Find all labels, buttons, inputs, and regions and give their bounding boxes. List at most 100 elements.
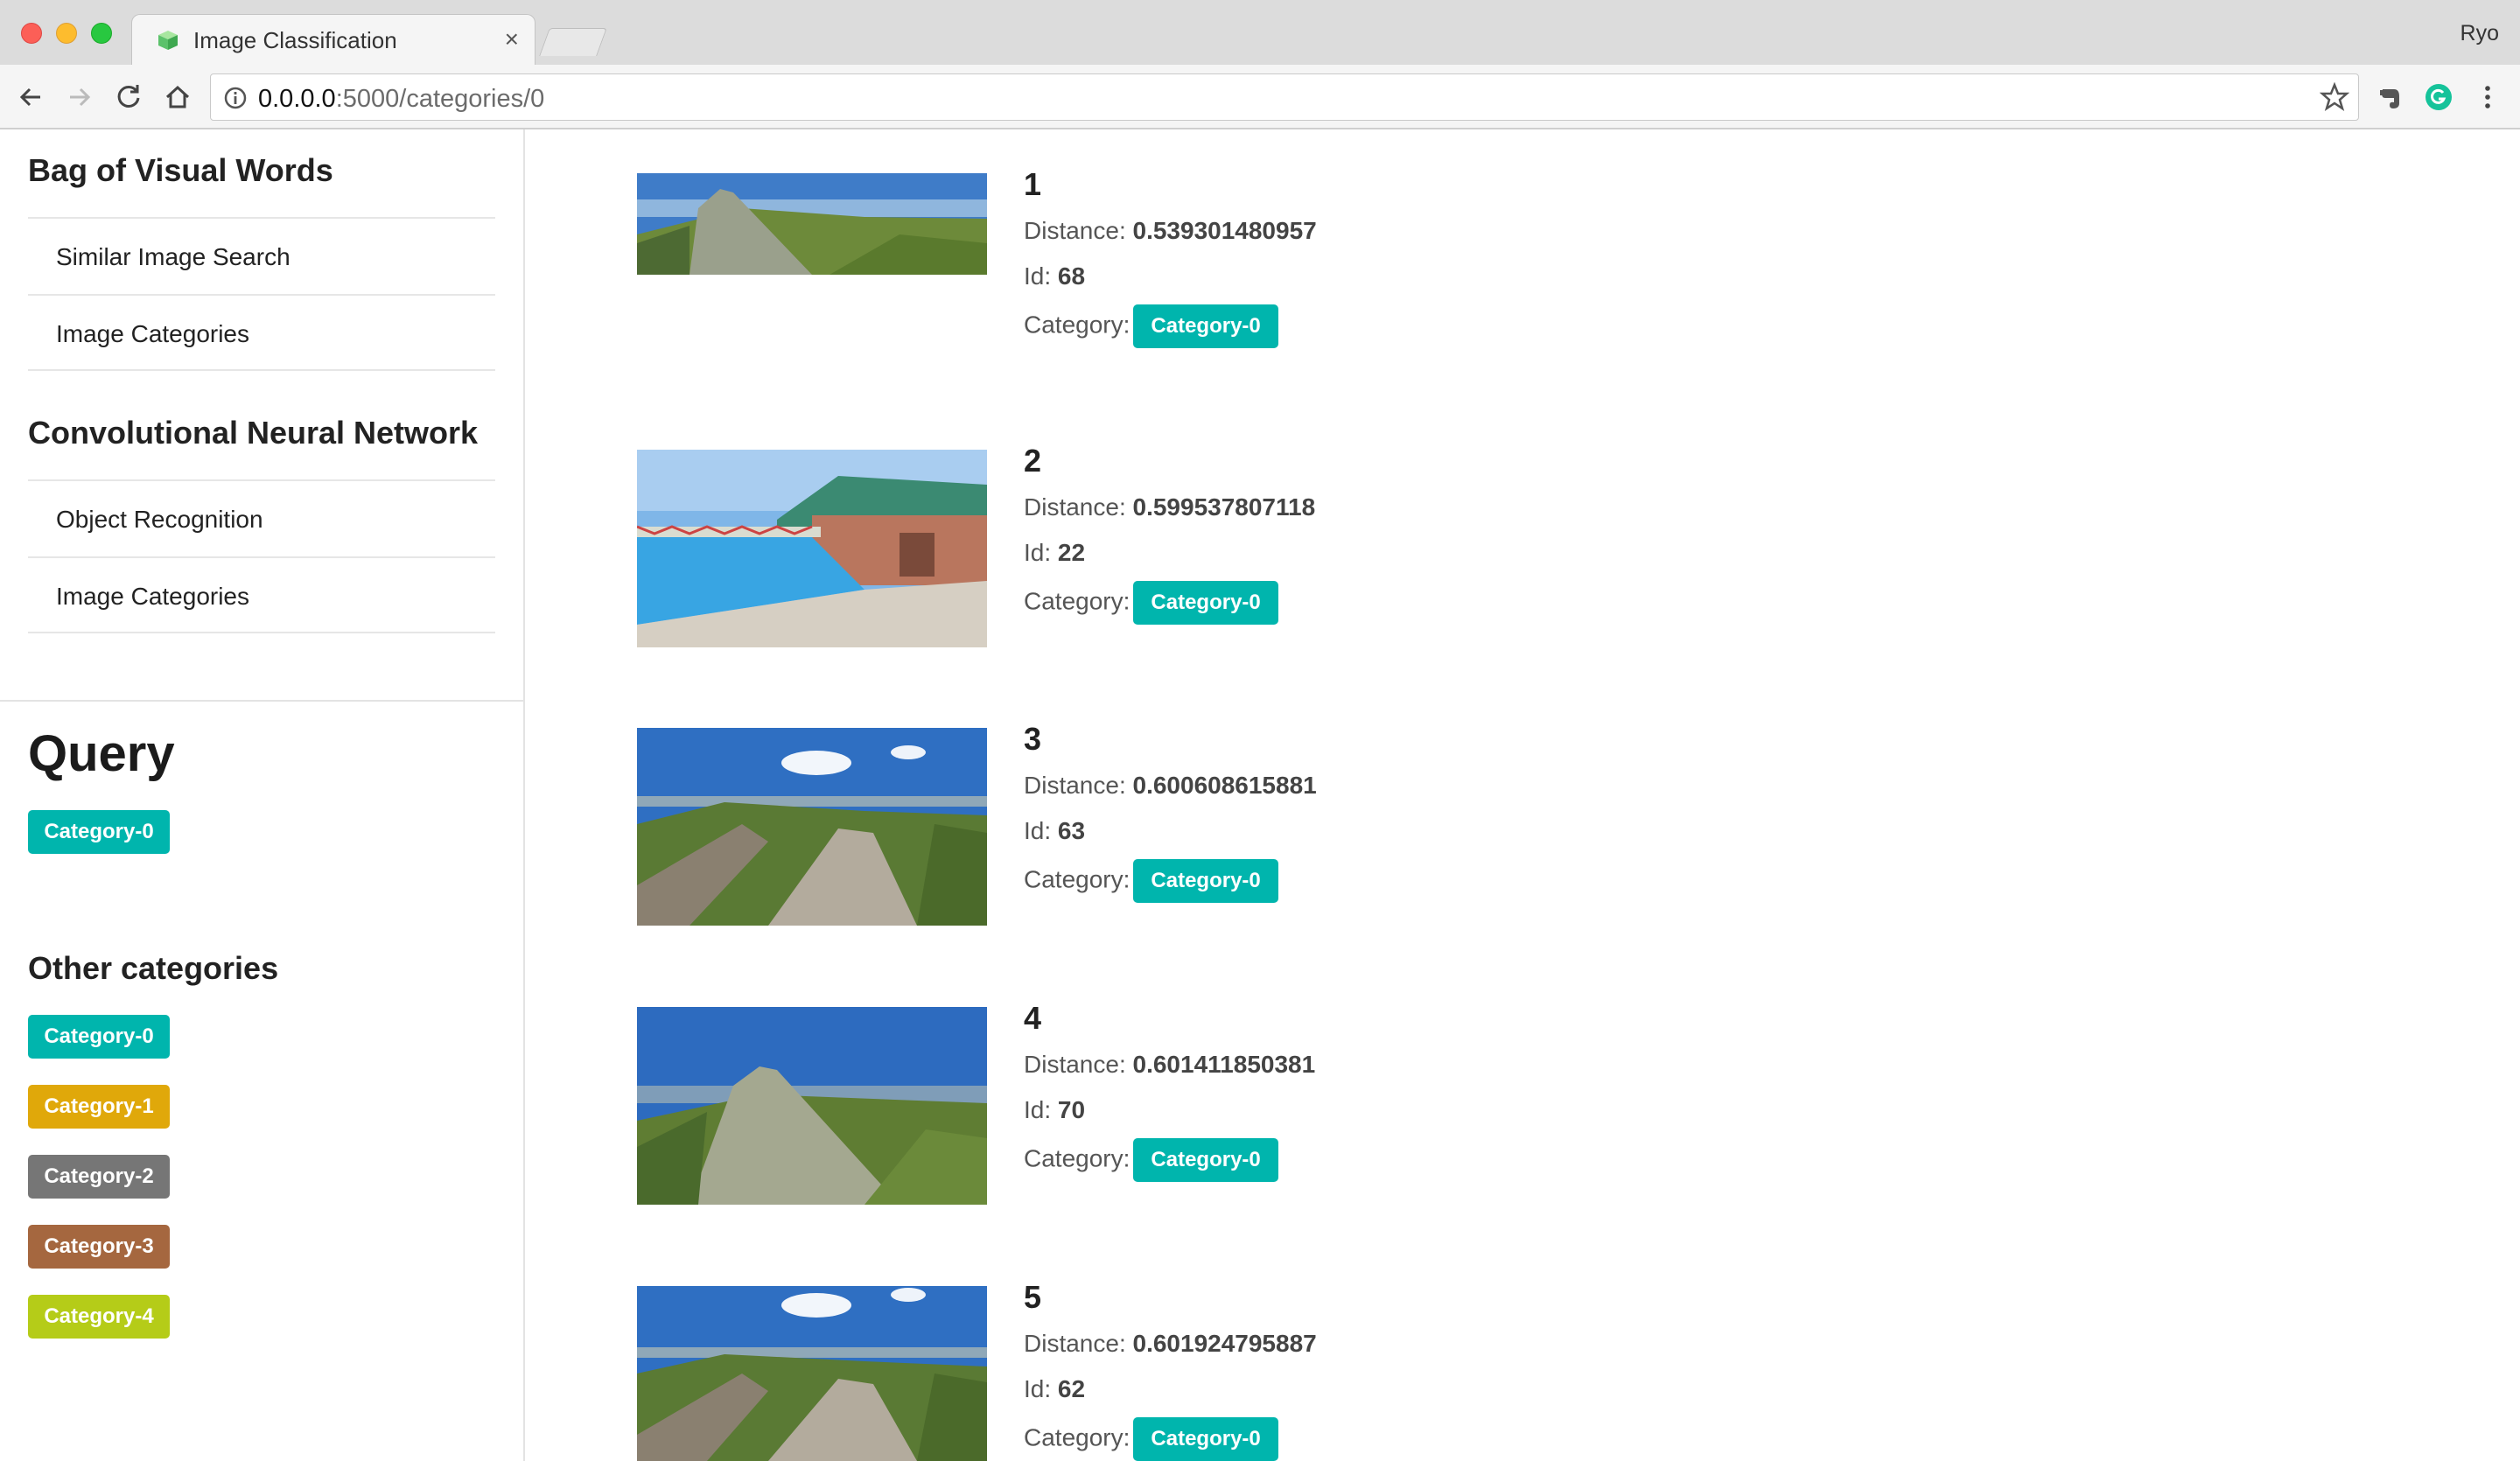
- result-distance: Distance: 0.601411850381: [1024, 1051, 1315, 1079]
- evernote-extension-icon[interactable]: [2375, 82, 2404, 112]
- result-item: 3 Distance: 0.600608615881 Id: 63 Catego…: [637, 721, 1687, 990]
- result-category-label[interactable]: Category-0: [1133, 581, 1278, 625]
- distance-value: 0.600608615881: [1132, 772, 1317, 799]
- category-4-label[interactable]: Category-4: [28, 1295, 170, 1339]
- browser-titlebar: Image Classification × Ryo: [0, 0, 2520, 65]
- result-item: 1 Distance: 0.539301480957 Id: 68 Catego…: [637, 166, 1687, 348]
- info-icon[interactable]: [223, 86, 248, 110]
- result-thumbnail[interactable]: [637, 728, 987, 926]
- tab-title: Image Classification: [193, 27, 397, 53]
- query-title: Query: [28, 725, 175, 782]
- distance-label: Distance:: [1024, 1051, 1126, 1078]
- other-categories-title: Other categories: [28, 950, 279, 986]
- category-0-label[interactable]: Category-0: [28, 1015, 170, 1059]
- result-rank: 2: [1024, 443, 1042, 479]
- mountain-ridge-hiker-photo: [637, 1007, 987, 1205]
- result-category: Category: Category-0: [1024, 304, 1278, 348]
- category-text: Category:: [1024, 1144, 1130, 1172]
- result-distance: Distance: 0.599537807118: [1024, 493, 1315, 521]
- result-category-label[interactable]: Category-0: [1133, 304, 1278, 348]
- result-category: Category: Category-0: [1024, 581, 1278, 625]
- result-rank: 3: [1024, 721, 1042, 757]
- browser-toolbar: 0.0.0.0:5000/categories/0: [0, 65, 2520, 129]
- new-tab-button[interactable]: [539, 28, 607, 56]
- id-value: 63: [1057, 817, 1086, 844]
- distance-value: 0.539301480957: [1132, 217, 1317, 244]
- id-value: 22: [1057, 539, 1086, 566]
- minimize-window-button[interactable]: [56, 23, 77, 44]
- result-rank: 5: [1024, 1279, 1042, 1315]
- result-id: Id: 62: [1024, 1375, 1085, 1403]
- query-category-label[interactable]: Category-0: [28, 810, 170, 854]
- url-path: :5000/categories/0: [335, 85, 545, 113]
- sidebar-divider: [0, 700, 523, 702]
- result-distance: Distance: 0.539301480957: [1024, 217, 1317, 245]
- result-distance: Distance: 0.600608615881: [1024, 772, 1317, 800]
- reload-icon[interactable]: [112, 80, 145, 114]
- forward-arrow-icon[interactable]: [63, 80, 96, 114]
- distance-label: Distance:: [1024, 493, 1126, 521]
- menu-object-recognition[interactable]: Object Recognition: [28, 479, 495, 556]
- address-bar[interactable]: 0.0.0.0:5000/categories/0: [210, 73, 2359, 121]
- category-text: Category:: [1024, 1423, 1130, 1451]
- result-id: Id: 70: [1024, 1096, 1085, 1124]
- cnn-section-title: Convolutional Neural Network: [28, 415, 479, 451]
- distance-label: Distance:: [1024, 772, 1126, 799]
- result-item: 5 Distance: 0.601924795887 Id: 62 Catego…: [637, 1279, 1687, 1461]
- other-categories-list: Category-0 Category-1 Category-2 Categor…: [28, 1015, 170, 1365]
- distance-label: Distance:: [1024, 217, 1126, 244]
- page-content: Bag of Visual Words Similar Image Search…: [0, 129, 2520, 1461]
- back-arrow-icon[interactable]: [14, 80, 47, 114]
- home-icon[interactable]: [161, 80, 194, 114]
- category-text: Category:: [1024, 865, 1130, 893]
- category-3-label[interactable]: Category-3: [28, 1225, 170, 1269]
- result-category-label[interactable]: Category-0: [1133, 859, 1278, 903]
- id-value: 62: [1057, 1375, 1086, 1402]
- mountain-trail-photo: [637, 728, 987, 926]
- distance-value: 0.601924795887: [1132, 1330, 1317, 1357]
- mountain-trail-clouds-photo: [637, 1286, 987, 1461]
- result-category: Category: Category-0: [1024, 859, 1278, 903]
- mountain-ridge-photo: [637, 173, 987, 275]
- grammarly-extension-icon[interactable]: [2424, 82, 2454, 112]
- result-category-label[interactable]: Category-0: [1133, 1138, 1278, 1182]
- tab-close-icon[interactable]: ×: [505, 25, 519, 53]
- category-1-label[interactable]: Category-1: [28, 1085, 170, 1129]
- id-label: Id:: [1024, 817, 1052, 844]
- maximize-window-button[interactable]: [91, 23, 112, 44]
- distance-label: Distance:: [1024, 1330, 1126, 1357]
- swimming-pool-photo: [637, 450, 987, 647]
- result-category-label[interactable]: Category-0: [1133, 1417, 1278, 1461]
- id-value: 68: [1057, 262, 1086, 290]
- result-id: Id: 68: [1024, 262, 1085, 290]
- result-category: Category: Category-0: [1024, 1417, 1278, 1461]
- distance-value: 0.599537807118: [1132, 493, 1316, 521]
- result-thumbnail[interactable]: [637, 1007, 987, 1205]
- id-label: Id:: [1024, 1375, 1052, 1402]
- result-category: Category: Category-0: [1024, 1138, 1278, 1182]
- result-item: 2 Distance: 0.599537807118 Id: 22 Catego…: [637, 443, 1687, 712]
- result-item: 4 Distance: 0.601411850381 Id: 70 Catego…: [637, 1000, 1687, 1269]
- result-id: Id: 63: [1024, 817, 1085, 845]
- result-distance: Distance: 0.601924795887: [1024, 1330, 1317, 1358]
- bookmark-star-icon[interactable]: [2320, 82, 2349, 112]
- bovw-section-title: Bag of Visual Words: [28, 152, 333, 188]
- category-2-label[interactable]: Category-2: [28, 1155, 170, 1199]
- sidebar: Bag of Visual Words Similar Image Search…: [0, 129, 525, 1461]
- menu-cnn-image-categories[interactable]: Image Categories: [28, 556, 495, 633]
- result-rank: 4: [1024, 1000, 1042, 1036]
- result-thumbnail[interactable]: [637, 173, 987, 275]
- category-text: Category:: [1024, 311, 1130, 339]
- result-id: Id: 22: [1024, 539, 1085, 567]
- more-menu-icon[interactable]: [2473, 82, 2502, 112]
- result-thumbnail[interactable]: [637, 1286, 987, 1461]
- id-label: Id:: [1024, 262, 1052, 290]
- menu-bovw-image-categories[interactable]: Image Categories: [28, 294, 495, 371]
- profile-name[interactable]: Ryo: [2460, 21, 2499, 46]
- url-text[interactable]: 0.0.0.0:5000/categories/0: [258, 85, 544, 114]
- menu-similar-image-search[interactable]: Similar Image Search: [28, 217, 495, 294]
- close-window-button[interactable]: [21, 23, 42, 44]
- result-thumbnail[interactable]: [637, 450, 987, 647]
- browser-tab-active[interactable]: Image Classification ×: [131, 14, 536, 65]
- category-text: Category:: [1024, 587, 1130, 615]
